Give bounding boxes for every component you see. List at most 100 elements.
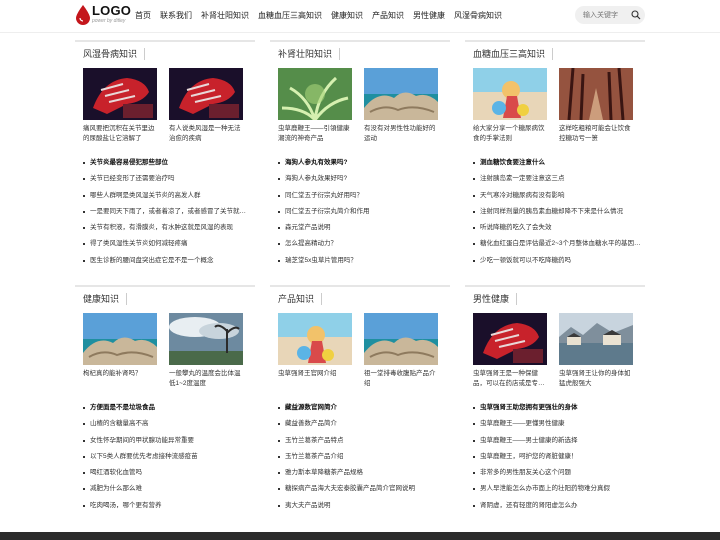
list-item[interactable]: 测血糖饮食要注意什么 <box>473 155 641 171</box>
beach-girl-image <box>473 68 547 120</box>
list-item[interactable]: 海狗人参丸效果好吗? <box>278 171 446 187</box>
list-item[interactable]: 同仁堂五子衍宗丸简介和作用 <box>278 204 446 220</box>
nav-kidney[interactable]: 补肾壮阳知识 <box>201 0 249 32</box>
list-item[interactable]: 关节已经变形了还需要治疗吗 <box>83 171 251 187</box>
search-input[interactable] <box>583 6 631 24</box>
list-item[interactable]: 藏益善数产品简介 <box>278 416 446 432</box>
list-item[interactable]: 夷大夫产品说明 <box>278 498 446 514</box>
nav-contact[interactable]: 联系我们 <box>160 0 192 32</box>
list-item[interactable]: 女性怀孕期间的甲状腺功能异常重要 <box>83 433 251 449</box>
list-item[interactable]: 虫草强肾王助您拥有更强壮的身体 <box>473 400 641 416</box>
category-card-kidney: 补肾壮阳知识 虫草鹿鞭王——引領健康潮流的神奇产品 有没有对男性性功能好的运动 … <box>270 40 450 272</box>
red-gloves-image <box>169 68 243 120</box>
list-item[interactable]: 玉竹兰葛茶产品介绍 <box>278 449 446 465</box>
list-item[interactable]: 糖化血红蛋白是评估最近2~3个月整体血糖水平的基因… <box>473 236 641 252</box>
list-item[interactable]: 虫草鹿鞭王——男士健康的新选择 <box>473 433 641 449</box>
list-item[interactable]: 藏益源数官网简介 <box>278 400 446 416</box>
article-caption[interactable]: 有人说类风湿是一种无法治愈的疾病 <box>169 124 245 144</box>
article-caption[interactable]: 枸杞真的能补肾吗？ <box>83 369 159 389</box>
list-item[interactable]: 男人早泄能怎么办市面上的壮阳药物难分真假 <box>473 481 641 497</box>
card-title[interactable]: 健康知识 <box>83 293 128 305</box>
list-item[interactable]: 听说降糖药吃久了会失效 <box>473 220 641 236</box>
list-item[interactable]: 方便面是不是垃圾食品 <box>83 400 251 416</box>
article-caption[interactable]: 痛风要把沉积在关节里边的尿酸盐让它溶解了 <box>83 124 159 144</box>
card-title[interactable]: 风湿骨病知识 <box>83 48 146 60</box>
article-caption[interactable]: 一般攀丸的温度会比体温低1~2度温度 <box>169 369 245 389</box>
nav-products[interactable]: 产品知识 <box>372 0 404 32</box>
list-item[interactable]: 瑞芝堂5x虫草片管用吗？ <box>278 253 446 269</box>
main-nav: 首页 联系我们 补肾壮阳知识 血糖血压三高知识 健康知识 产品知识 男性健康 风… <box>135 0 511 32</box>
article-caption[interactable]: 虫草鹿鞭王——引領健康潮流的神奇产品 <box>278 124 354 144</box>
article-list: 方便面是不是垃圾食品 山楂的含糖量高不高 女性怀孕期间的甲状腺功能异常重要 以下… <box>83 400 251 514</box>
list-item[interactable]: 减肥为什么那么难 <box>83 481 251 497</box>
article-caption[interactable]: 给大家分享一个糖尿病饮食的手掌法则 <box>473 124 549 144</box>
list-item[interactable]: 天气寒冷对糖尿病有没有影响 <box>473 188 641 204</box>
card-title[interactable]: 男性健康 <box>473 293 518 305</box>
list-item[interactable]: 喝红酒软化血管吗 <box>83 465 251 481</box>
search-box <box>575 6 645 24</box>
logo-text: LOGO <box>92 3 132 18</box>
category-card-rheumatism: 风湿骨病知识 痛风要把沉积在关节里边的尿酸盐让它溶解了 有人说类风湿是一种无法治… <box>75 40 255 272</box>
nav-health[interactable]: 健康知识 <box>331 0 363 32</box>
category-card-products: 产品知识 虫草强肾王官网介绍 祖一堂排毒收腹贴产品介绍 藏益源数官网简介 藏益善… <box>270 285 450 517</box>
tree-path-image <box>559 68 633 120</box>
coast-rocks-image <box>364 68 438 120</box>
article-caption[interactable]: 虫草强肾王让你的身体如猛虎般强大 <box>559 369 635 389</box>
article-list: 关节炎最容易侵犯那些部位 关节已经变形了还需要治疗吗 哪些人群啊是类风湿关节炎的… <box>83 155 251 269</box>
card-title[interactable]: 产品知识 <box>278 293 323 305</box>
list-item[interactable]: 哪些人群啊是类风湿关节炎的高发人群 <box>83 188 251 204</box>
article-thumb[interactable] <box>83 68 157 120</box>
article-thumb[interactable] <box>83 313 157 365</box>
article-thumb[interactable] <box>364 68 438 120</box>
list-item[interactable]: 注射同样剂量的胰岛素血糖却降不下来是什么情况 <box>473 204 641 220</box>
list-item[interactable]: 关节有积液，有滑膜炎，有水肿这就是风湿的表现 <box>83 220 251 236</box>
list-item[interactable]: 雅力斯本草降糖茶产品规格 <box>278 465 446 481</box>
article-thumb[interactable] <box>473 68 547 120</box>
list-item[interactable]: 山楂的含糖量高不高 <box>83 416 251 432</box>
article-thumb[interactable] <box>169 313 243 365</box>
list-item[interactable]: 关节炎最容易侵犯那些部位 <box>83 155 251 171</box>
coast-rocks-image <box>83 313 157 365</box>
article-caption[interactable]: 这样吃粗粮可能会让饮食控糖功亏一篑 <box>559 124 635 144</box>
list-item[interactable]: 医生诊断的腰间盘突出症它是不是一个概念 <box>83 253 251 269</box>
list-item[interactable]: 少吃一顿饭就可以不吃降糖药吗 <box>473 253 641 269</box>
article-thumb[interactable] <box>278 313 352 365</box>
article-list: 藏益源数官网简介 藏益善数产品简介 玉竹兰葛茶产品特点 玉竹兰葛茶产品介绍 雅力… <box>278 400 446 514</box>
article-thumb[interactable] <box>473 313 547 365</box>
nav-men-health[interactable]: 男性健康 <box>413 0 445 32</box>
article-caption[interactable]: 有没有对男性性功能好的运动 <box>364 124 440 144</box>
article-thumb[interactable] <box>278 68 352 120</box>
article-thumb[interactable] <box>169 68 243 120</box>
list-item[interactable]: 非常多的男性朋友关心这个问题 <box>473 465 641 481</box>
site-logo[interactable]: LOGO power by ditley <box>74 3 132 28</box>
article-caption[interactable]: 祖一堂排毒收腹贴产品介绍 <box>364 369 440 389</box>
logo-subtitle: power by ditley <box>92 18 126 24</box>
list-item[interactable]: 同仁堂五子衍宗丸好用吗？ <box>278 188 446 204</box>
list-item[interactable]: 得了类风湿性关节炎如何减轻疼痛 <box>83 236 251 252</box>
nav-home[interactable]: 首页 <box>135 0 151 32</box>
list-item[interactable]: 糖探病产品海大夫宏泰胶囊产品简介官网说明 <box>278 481 446 497</box>
list-item[interactable]: 吃肉喝汤，哪个更有营养 <box>83 498 251 514</box>
list-item[interactable]: 海狗人参丸有效果吗? <box>278 155 446 171</box>
list-item[interactable]: 以下5类人群要优先考虑接种流感疫苗 <box>83 449 251 465</box>
nav-rheumatism[interactable]: 风湿骨病知识 <box>454 0 502 32</box>
card-title[interactable]: 血糖血压三高知识 <box>473 48 554 60</box>
list-item[interactable]: 怎么提高精动力？ <box>278 236 446 252</box>
list-item[interactable]: 玉竹兰葛茶产品特点 <box>278 433 446 449</box>
storm-tree-image <box>169 313 243 365</box>
article-thumb[interactable] <box>559 68 633 120</box>
article-caption[interactable]: 虫草强肾王官网介绍 <box>278 369 354 389</box>
search-icon[interactable] <box>631 10 641 20</box>
list-item[interactable]: 注射胰岛素一定要注意这三点 <box>473 171 641 187</box>
article-caption[interactable]: 虫草强肾王是一种保健品，可以在药店或是专… <box>473 369 549 389</box>
article-thumb[interactable] <box>364 313 438 365</box>
list-item[interactable]: 虫草鹿鞭王，呵护您的肾脏健康！ <box>473 449 641 465</box>
list-item[interactable]: 森元堂产品说明 <box>278 220 446 236</box>
article-thumb[interactable] <box>559 313 633 365</box>
card-title[interactable]: 补肾壮阳知识 <box>278 48 341 60</box>
nav-blood-sugar[interactable]: 血糖血压三高知识 <box>258 0 322 32</box>
list-item[interactable]: 肾阴虚，还有轻度的肾阳虚怎么办 <box>473 498 641 514</box>
list-item[interactable]: 虫草鹿鞭王——更懂男性健康 <box>473 416 641 432</box>
article-list: 测血糖饮食要注意什么 注射胰岛素一定要注意这三点 天气寒冷对糖尿病有没有影响 注… <box>473 155 641 269</box>
list-item[interactable]: 一是要同天下雨了，或者着凉了，或者感冒了关节就… <box>83 204 251 220</box>
